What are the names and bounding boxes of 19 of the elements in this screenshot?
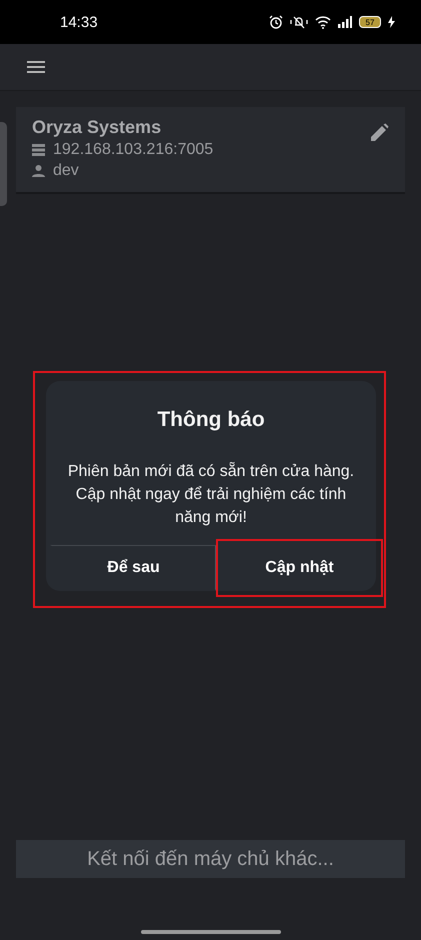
menu-icon[interactable] xyxy=(27,61,45,73)
server-name: Oryza Systems xyxy=(32,117,162,138)
pencil-icon[interactable] xyxy=(369,123,389,143)
dialog-title: Thông báo xyxy=(157,408,265,432)
alarm-clock-icon xyxy=(269,15,283,29)
later-button[interactable]: Để sau xyxy=(50,545,216,591)
wifi-icon xyxy=(315,16,331,28)
connect-other-server-button[interactable]: Kết nối đến máy chủ khác... xyxy=(16,840,405,878)
person-icon xyxy=(32,165,45,177)
username: dev xyxy=(53,162,79,180)
battery-icon: 57 xyxy=(359,16,381,28)
update-button[interactable]: Cập nhật xyxy=(216,539,383,597)
dialog-message: Phiên bản mới đã có sẵn trên cửa hàng. Cập nhật ngay để trải nghiệm các tính năng mới! xyxy=(66,461,356,528)
clock: 14:33 xyxy=(60,14,99,30)
drawer-handle[interactable] xyxy=(0,122,7,206)
muted-bell-icon xyxy=(290,15,308,29)
server-address: 192.168.103.216:7005 xyxy=(53,141,214,159)
signal-icon xyxy=(338,16,352,28)
server-icon xyxy=(32,144,45,156)
